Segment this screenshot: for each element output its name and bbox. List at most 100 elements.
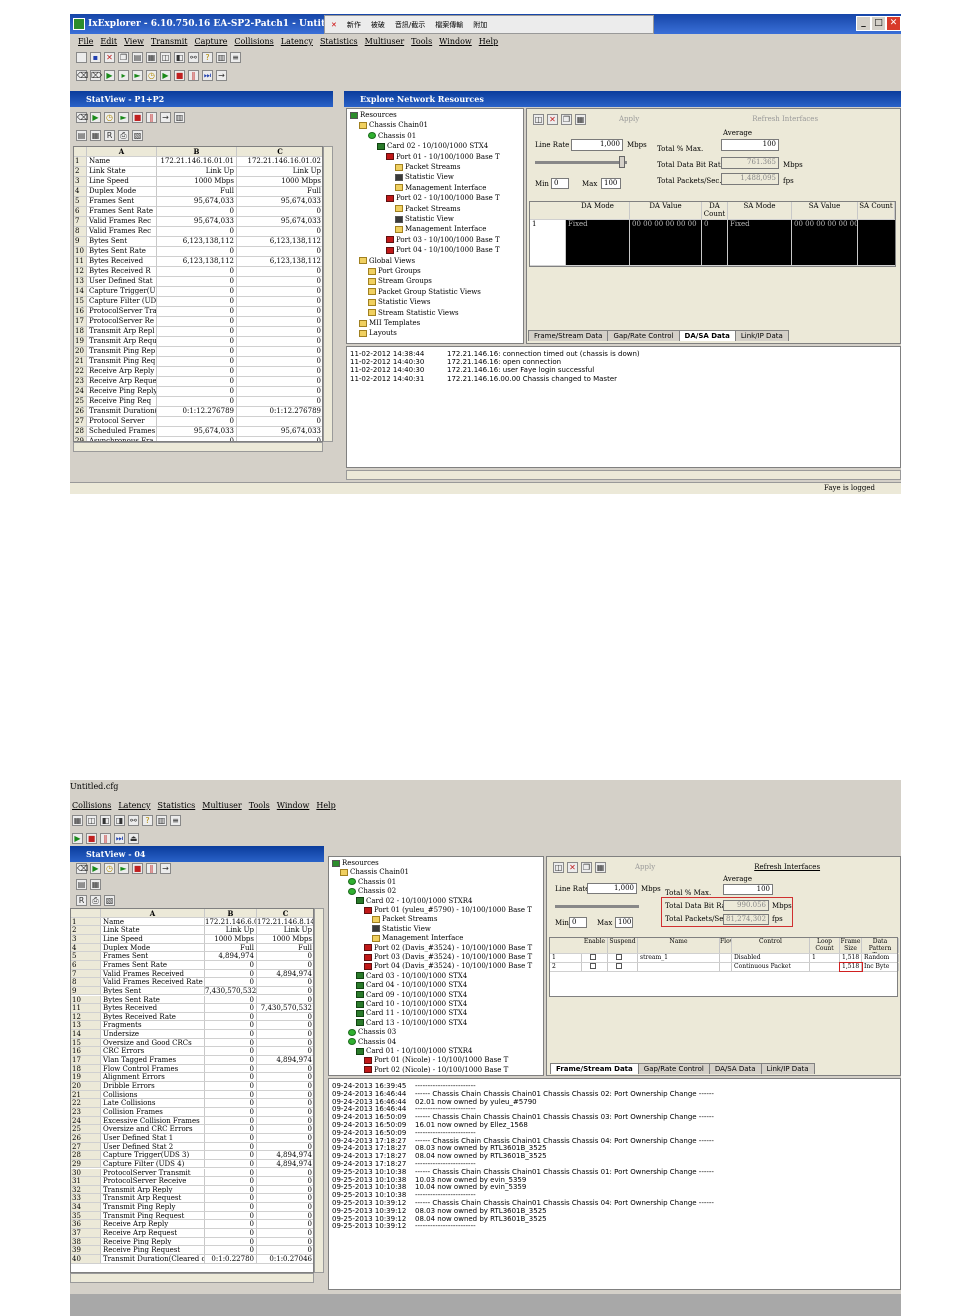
menu-latency[interactable]: Latency [281,37,313,46]
tree-node[interactable]: Port 02 (Davis_#3524) - 10/100/1000 Base… [364,944,532,952]
window-icon[interactable]: ◫ [86,814,97,826]
stat-value[interactable]: 6,123,138,112 [237,237,322,246]
window-icon[interactable]: ◫ [553,861,564,873]
statview-vscroll[interactable] [323,146,333,442]
tile-icon[interactable]: ◧ [100,814,111,826]
menu-window[interactable]: Window [277,801,310,810]
stat-value[interactable]: 6,123,138,112 [157,237,237,246]
stat-value[interactable]: Link Up [205,926,257,934]
stat-value[interactable]: 0 [257,1125,313,1133]
stat-name[interactable]: Transmit Ping Req [87,357,157,366]
stat-name[interactable]: Capture Trigger(U [87,287,157,296]
stat-value[interactable]: 0:1:12.276789 [157,407,237,416]
tree-node[interactable]: Chassis 03 [348,1028,396,1036]
stat-value[interactable]: 0 [157,247,237,256]
stat-name[interactable]: Collision Frames [101,1107,205,1116]
stat-value[interactable]: 0 [257,1143,313,1151]
refresh-interfaces-button[interactable]: Refresh Interfaces [752,115,818,123]
copy-icon[interactable]: ❐ [561,113,572,125]
stat-name[interactable]: Bytes Received Rate [101,1012,205,1021]
stat-value[interactable]: 95,674,033 [237,427,322,436]
start-tx-icon[interactable]: ▶ [90,111,101,123]
close-icon[interactable]: ✕ [331,21,337,29]
tree-node[interactable]: Port 04 - 10/100/1000 Base T [386,246,500,254]
stat-name[interactable]: Duplex Mode [87,187,157,196]
table-icon[interactable]: ▥ [216,51,227,63]
stat-value[interactable]: 4,894,974 [257,970,313,978]
stat-name[interactable]: Transmit Arp Request [101,1194,205,1203]
max-input[interactable]: 100 [615,917,633,928]
tree-node[interactable]: Chassis Chain01 [340,868,409,876]
stat-name[interactable]: Dribble Errors [101,1082,205,1090]
grid-column-header[interactable]: C [237,147,322,156]
tree-node[interactable]: Chassis Chain01 [359,121,428,129]
stat-name[interactable]: Bytes Sent [101,986,205,995]
stream-cell[interactable]: Disabled [732,954,810,962]
total-pct-max-input[interactable]: 100 [721,139,779,151]
stat-name[interactable]: Receive Ping Request [101,1246,205,1254]
arrow-icon[interactable]: → [216,69,227,81]
r-icon[interactable]: R [76,894,87,906]
r-icon[interactable]: R [104,129,115,141]
tree-node[interactable]: Port Groups [368,267,421,275]
stat-value[interactable]: 95,674,033 [157,427,237,436]
stat-name[interactable]: User Defined Stat 1 [101,1133,205,1142]
tree-node[interactable]: Card 01 - 10/100/1000 STXR4 [356,1047,473,1055]
tree-node[interactable]: Card 04 - 10/100/1000 STX4 [356,981,467,989]
total-pkts-input[interactable]: 1,488,095 [721,173,779,185]
stat-value[interactable]: 1000 Mbps [257,935,313,943]
stat-value[interactable]: 0 [257,1212,313,1220]
stat-name[interactable]: Bytes Received R [87,267,157,276]
tree-node[interactable]: Statistic View [372,925,431,933]
tree-node[interactable]: Port 02 - 10/100/1000 Base T [386,194,500,202]
tree-node[interactable]: Card 02 - 10/100/1000 STXR4 [356,897,473,905]
stat-name[interactable]: Receive Ping Reply [101,1237,205,1246]
list-icon[interactable]: ≡ [170,814,181,826]
stat-name[interactable]: Line Speed [101,934,205,943]
menu-statistics[interactable]: Statistics [158,801,196,810]
da-cell[interactable]: 0 [702,220,728,265]
grid-column-header[interactable]: A [101,909,205,917]
stat-value[interactable]: 0 [257,1099,313,1107]
stat-value[interactable]: Link Up [157,167,237,176]
run-icon[interactable]: ▶ [72,832,83,844]
stat-value[interactable]: 6,123,138,112 [157,257,237,266]
menu-help[interactable]: Help [316,801,335,810]
stream-row[interactable]: 1 stream_1 Disabled 1 1,518 Random [550,954,899,963]
new-icon[interactable] [76,51,87,63]
stat-value[interactable]: 0 [237,267,322,276]
binoculars-icon[interactable]: ⚯ [188,51,199,63]
stat-name[interactable]: Bytes Sent Rate [101,995,205,1004]
stat-value[interactable]: 0 [237,347,322,356]
stat-value[interactable]: Full [257,944,313,952]
tab-2[interactable]: DA/SA Data [678,330,736,341]
stat-value[interactable]: 0 [205,1030,257,1038]
tree-node[interactable]: Port 02 (Nicole) - 10/100/1000 Base T [364,1066,508,1074]
ime-item[interactable]: 被破 [371,20,385,30]
stat-value[interactable]: 0 [237,207,322,216]
stream-row[interactable]: 2 Continuous Packet 1,518 Inc Byte [550,962,899,972]
stat-name[interactable]: Valid Frames Rec [87,217,157,226]
stat-name[interactable]: Transmit Duration( [87,407,157,416]
sheet2-icon[interactable]: ▦ [90,878,101,890]
stream-cell[interactable] [720,954,732,962]
stat-value[interactable]: 0 [257,1065,313,1073]
stat-name[interactable]: Collisions [101,1090,205,1099]
stat-value[interactable]: Link Up [237,167,322,176]
stat-value[interactable]: 95,674,033 [237,217,322,226]
next-icon[interactable]: ⏭ [202,69,213,81]
arrow-icon[interactable]: → [160,862,171,874]
stat-value[interactable]: 0 [205,1107,257,1116]
stop-icon[interactable]: ■ [132,111,143,123]
total-bit-rate-input[interactable]: 990.056 [723,900,769,911]
stat-value[interactable]: 0 [205,1220,257,1229]
stat-value[interactable]: 0 [257,1039,313,1047]
grid-icon[interactable]: ▦ [575,113,586,125]
stat-name[interactable]: Oversize and Good CRCs [101,1038,205,1047]
stream-cell[interactable] [638,963,720,971]
stat-value[interactable]: 0 [157,327,237,336]
stat-value[interactable]: 0 [257,1030,313,1038]
tree-node[interactable]: Card 02 - 10/100/1000 STX4 [377,142,488,150]
stat-value[interactable]: 0 [157,397,237,406]
stat-name[interactable]: Transmit Arp Requ [87,337,157,346]
